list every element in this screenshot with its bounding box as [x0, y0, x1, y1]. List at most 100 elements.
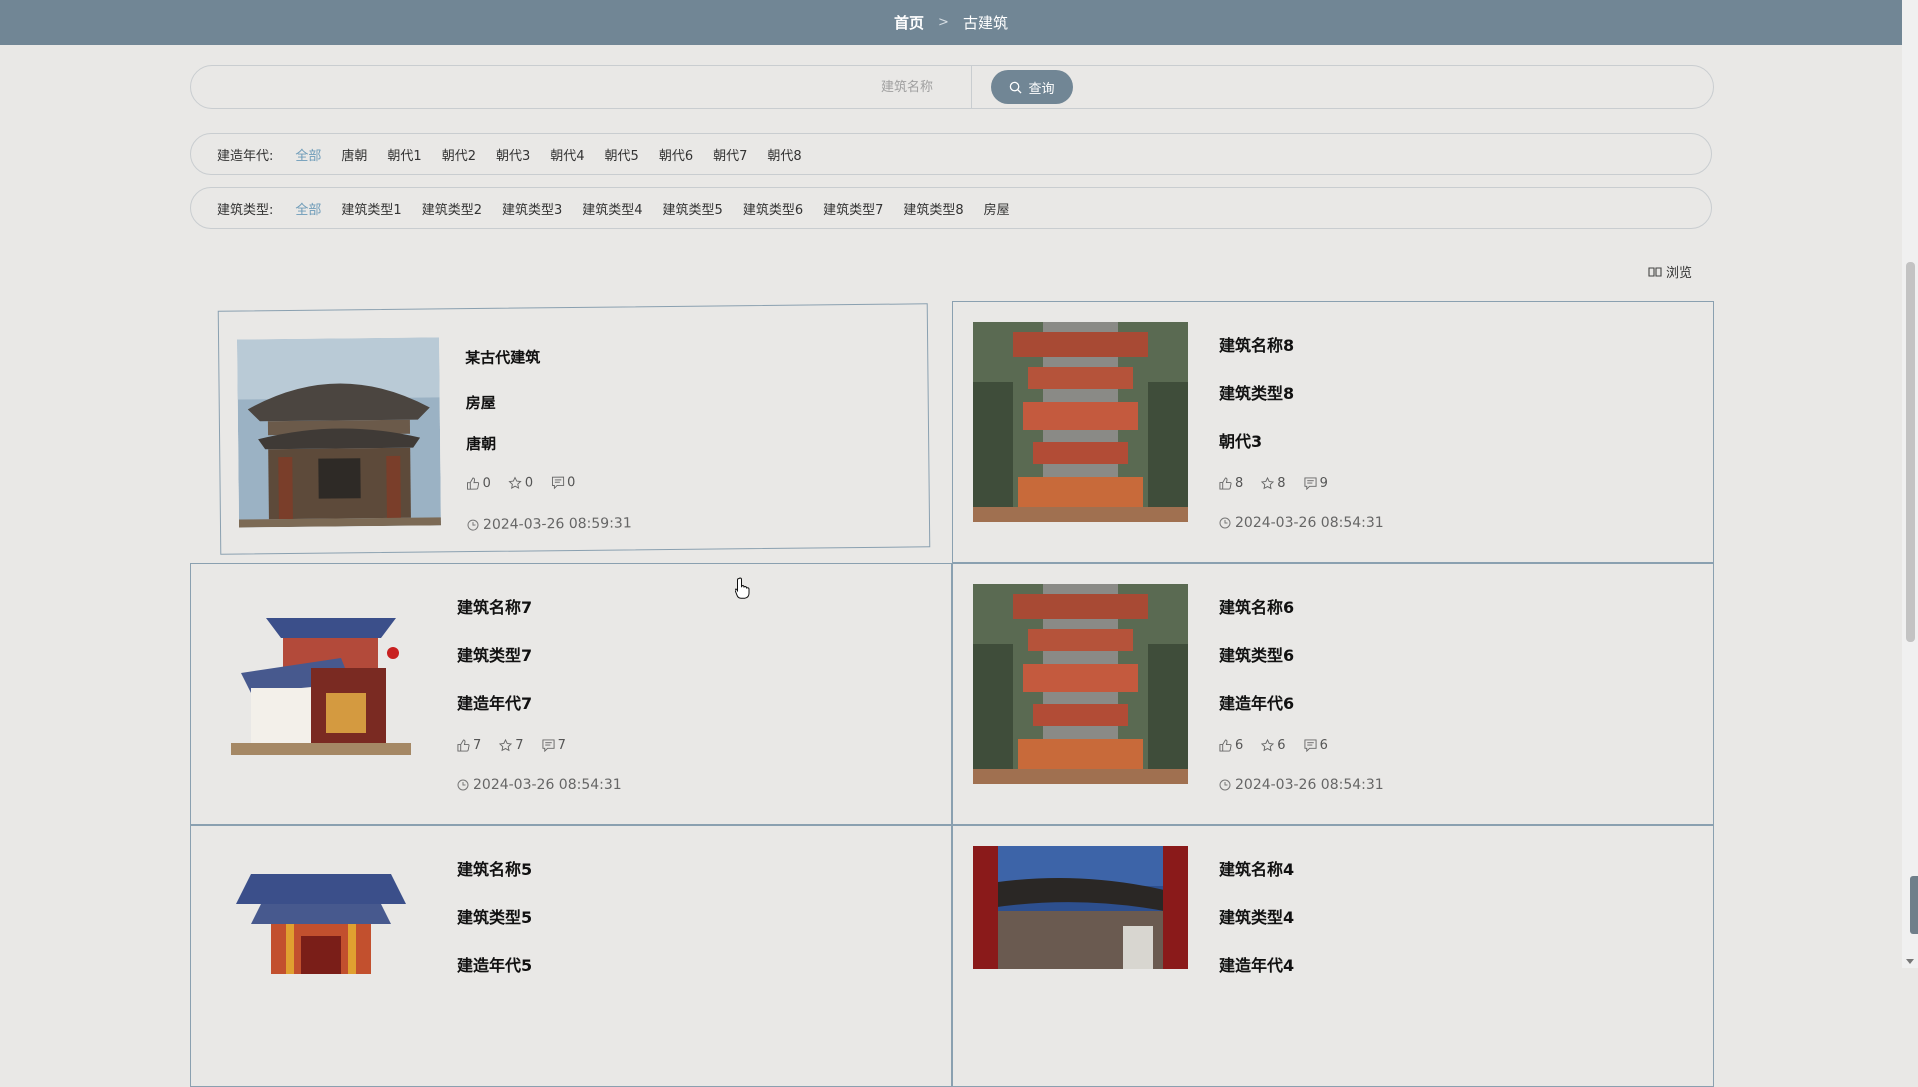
building-era: 唐朝	[466, 431, 631, 454]
era-option[interactable]: 朝代1	[387, 145, 421, 164]
building-image	[237, 337, 441, 527]
building-name: 建筑名称5	[457, 856, 532, 880]
publish-time: 2024-03-26 08:59:31	[467, 515, 632, 533]
card-info: 某古代建筑 房屋 唐朝 0 0 0 2024-03-26 08:59:31	[465, 345, 632, 533]
type-option[interactable]: 建筑类型3	[502, 199, 562, 218]
browse-toggle[interactable]: 浏览	[1648, 262, 1692, 281]
building-name: 某古代建筑	[465, 345, 630, 368]
era-option[interactable]: 唐朝	[341, 145, 367, 164]
building-card[interactable]: 建筑名称5 建筑类型5 建造年代5	[190, 825, 952, 1087]
comment-count: 0	[567, 475, 575, 490]
page-scrollbar[interactable]	[1902, 0, 1918, 968]
comment-icon	[1304, 739, 1317, 752]
comment-stat[interactable]: 9	[1304, 476, 1328, 491]
building-name: 建筑名称4	[1219, 856, 1294, 880]
thumbs-up-icon	[457, 739, 470, 752]
search-button[interactable]: 查询	[991, 70, 1073, 104]
breadcrumb-separator: >	[938, 15, 949, 30]
era-option[interactable]: 朝代3	[496, 145, 530, 164]
floating-side-widget[interactable]	[1910, 876, 1918, 934]
breadcrumb-home[interactable]: 首页	[894, 12, 924, 33]
comment-count: 9	[1320, 476, 1328, 491]
building-type: 建筑类型5	[457, 904, 532, 928]
type-option[interactable]: 建筑类型1	[341, 199, 401, 218]
building-card[interactable]: 建筑名称8 建筑类型8 朝代3 8 8 9 2024-03-26 08:54:3…	[952, 301, 1714, 563]
clock-icon	[457, 779, 469, 791]
era-option[interactable]: 朝代7	[713, 145, 747, 164]
thumbs-up-icon	[1219, 739, 1232, 752]
comment-icon	[1304, 477, 1317, 490]
breadcrumb-current: 古建筑	[963, 12, 1008, 33]
building-image	[973, 584, 1188, 784]
comment-icon	[542, 739, 555, 752]
building-image	[973, 322, 1188, 522]
type-option[interactable]: 建筑类型7	[823, 199, 883, 218]
building-card[interactable]: 某古代建筑 房屋 唐朝 0 0 0 2024-03-26 08:59:31	[218, 303, 931, 554]
era-filter-label: 建造年代:	[217, 145, 273, 164]
clock-icon	[467, 519, 479, 531]
comment-count: 7	[558, 738, 566, 753]
comment-stat[interactable]: 0	[551, 475, 575, 490]
building-type: 建筑类型8	[1219, 380, 1384, 404]
type-option[interactable]: 建筑类型2	[422, 199, 482, 218]
era-option[interactable]: 朝代4	[550, 145, 584, 164]
card-stats: 6 6 6	[1219, 738, 1384, 753]
building-card[interactable]: 建筑名称6 建筑类型6 建造年代6 6 6 6 2024-03-26 08:54…	[952, 563, 1714, 825]
like-stat[interactable]: 8	[1219, 476, 1243, 491]
card-info: 建筑名称7 建筑类型7 建造年代7 7 7 7 2024-03-26 08:54…	[457, 594, 622, 793]
like-stat[interactable]: 7	[457, 738, 481, 753]
comment-stat[interactable]: 6	[1304, 738, 1328, 753]
card-info: 建筑名称4 建筑类型4 建造年代4	[1219, 856, 1294, 1000]
type-filter: 建筑类型: 全部 建筑类型1 建筑类型2 建筑类型3 建筑类型4 建筑类型5 建…	[190, 187, 1712, 229]
search-field-wrap	[191, 66, 972, 108]
comment-icon	[551, 476, 564, 489]
type-option-all[interactable]: 全部	[295, 199, 321, 218]
clock-icon	[1219, 517, 1231, 529]
type-option[interactable]: 建筑类型5	[663, 199, 723, 218]
favorite-count: 0	[525, 475, 533, 490]
era-option-all[interactable]: 全部	[295, 145, 321, 164]
building-type: 建筑类型4	[1219, 904, 1294, 928]
type-option[interactable]: 建筑类型4	[582, 199, 642, 218]
favorite-stat[interactable]: 0	[509, 475, 533, 490]
card-stats: 7 7 7	[457, 738, 622, 753]
era-option[interactable]: 朝代2	[442, 145, 476, 164]
favorite-stat[interactable]: 7	[499, 738, 523, 753]
thumbs-up-icon	[466, 477, 479, 490]
building-era: 建造年代5	[457, 952, 532, 976]
favorite-count: 8	[1277, 476, 1285, 491]
type-option[interactable]: 建筑类型6	[743, 199, 803, 218]
like-stat[interactable]: 0	[466, 476, 490, 491]
favorite-count: 6	[1277, 738, 1285, 753]
comment-stat[interactable]: 7	[542, 738, 566, 753]
scroll-down-arrow-icon[interactable]	[1906, 959, 1914, 964]
breadcrumb-bar: 首页 > 古建筑	[0, 0, 1902, 45]
scrollbar-thumb[interactable]	[1906, 262, 1915, 642]
building-card[interactable]: 建筑名称7 建筑类型7 建造年代7 7 7 7 2024-03-26 08:54…	[190, 563, 952, 825]
comment-count: 6	[1320, 738, 1328, 753]
like-count: 6	[1235, 738, 1243, 753]
like-stat[interactable]: 6	[1219, 738, 1243, 753]
building-card[interactable]: 建筑名称4 建筑类型4 建造年代4	[952, 825, 1714, 1087]
card-info: 建筑名称8 建筑类型8 朝代3 8 8 9 2024-03-26 08:54:3…	[1219, 332, 1384, 531]
building-type: 房屋	[466, 390, 631, 413]
building-name: 建筑名称6	[1219, 594, 1384, 618]
search-button-label: 查询	[1028, 78, 1054, 97]
like-count: 7	[473, 738, 481, 753]
building-image	[221, 588, 421, 788]
favorite-stat[interactable]: 6	[1261, 738, 1285, 753]
era-option[interactable]: 朝代8	[767, 145, 801, 164]
publish-time-text: 2024-03-26 08:54:31	[473, 777, 622, 793]
star-icon	[1261, 477, 1274, 490]
type-option[interactable]: 房屋	[984, 199, 1010, 218]
like-count: 8	[1235, 476, 1243, 491]
era-option[interactable]: 朝代6	[659, 145, 693, 164]
search-input[interactable]	[731, 79, 935, 96]
favorite-stat[interactable]: 8	[1261, 476, 1285, 491]
card-stats: 8 8 9	[1219, 476, 1384, 491]
type-option[interactable]: 建筑类型8	[903, 199, 963, 218]
publish-time: 2024-03-26 08:54:31	[1219, 777, 1384, 793]
era-option[interactable]: 朝代5	[605, 145, 639, 164]
building-type: 建筑类型7	[457, 642, 622, 666]
star-icon	[509, 477, 522, 490]
